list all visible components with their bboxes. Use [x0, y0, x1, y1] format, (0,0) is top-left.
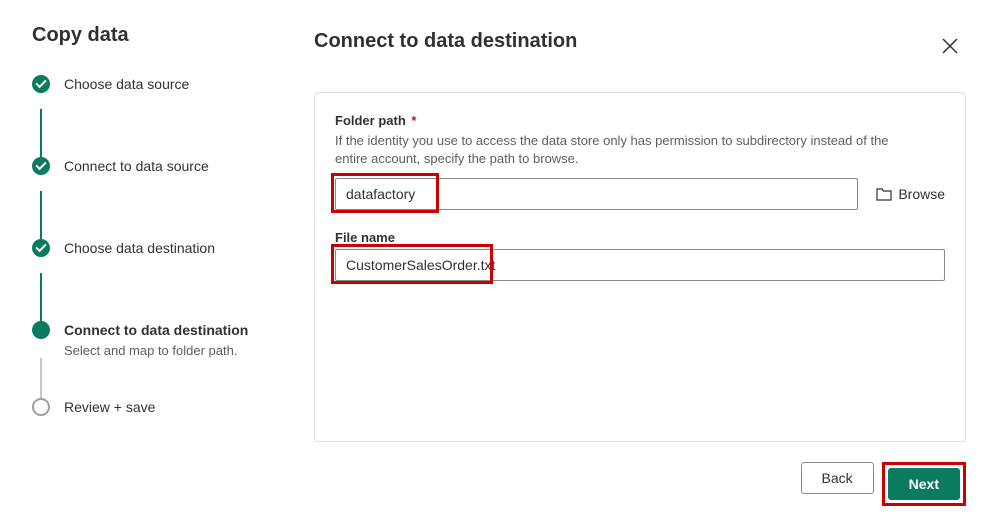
browse-button[interactable]: Browse [876, 186, 945, 202]
step-choose-data-source[interactable]: Choose data source [32, 75, 300, 109]
step-connector [40, 191, 42, 239]
step-connector [40, 273, 42, 321]
file-name-input[interactable] [335, 249, 945, 281]
step-review-save[interactable]: Review + save [32, 398, 300, 432]
pending-step-icon [32, 398, 50, 416]
required-marker: * [411, 113, 416, 128]
step-label: Review + save [64, 398, 155, 416]
step-connect-to-data-destination[interactable]: Connect to data destination Select and m… [32, 321, 300, 358]
step-choose-data-destination[interactable]: Choose data destination [32, 239, 300, 273]
sidebar-title: Copy data [32, 24, 300, 47]
checkmark-icon [32, 75, 50, 93]
checkmark-icon [32, 157, 50, 175]
main-panel: Connect to data destination Folder path … [300, 0, 996, 520]
step-connect-to-data-source[interactable]: Connect to data source [32, 157, 300, 191]
checkmark-icon [32, 239, 50, 257]
highlight-annotation: Next [882, 462, 966, 506]
folder-path-label: Folder path * [335, 113, 945, 128]
back-button[interactable]: Back [801, 462, 874, 494]
folder-path-input[interactable] [335, 178, 858, 210]
page-title: Connect to data destination [314, 30, 577, 53]
step-connector [40, 358, 42, 398]
file-name-label: File name [335, 230, 945, 245]
close-button[interactable] [934, 30, 966, 62]
next-button[interactable]: Next [888, 468, 960, 500]
step-label: Choose data source [64, 75, 189, 93]
wizard-sidebar: Copy data Choose data source Connect to … [0, 0, 300, 520]
active-step-icon [32, 321, 50, 339]
close-icon [942, 38, 958, 54]
step-label: Connect to data source [64, 157, 209, 175]
step-label: Connect to data destination [64, 321, 248, 339]
form-card: Folder path * If the identity you use to… [314, 92, 966, 442]
step-connector [40, 109, 42, 157]
wizard-footer: Back Next [314, 442, 966, 506]
folder-path-description: If the identity you use to access the da… [335, 132, 895, 168]
step-label: Choose data destination [64, 239, 215, 257]
step-sublabel: Select and map to folder path. [64, 343, 248, 358]
folder-icon [876, 187, 892, 201]
